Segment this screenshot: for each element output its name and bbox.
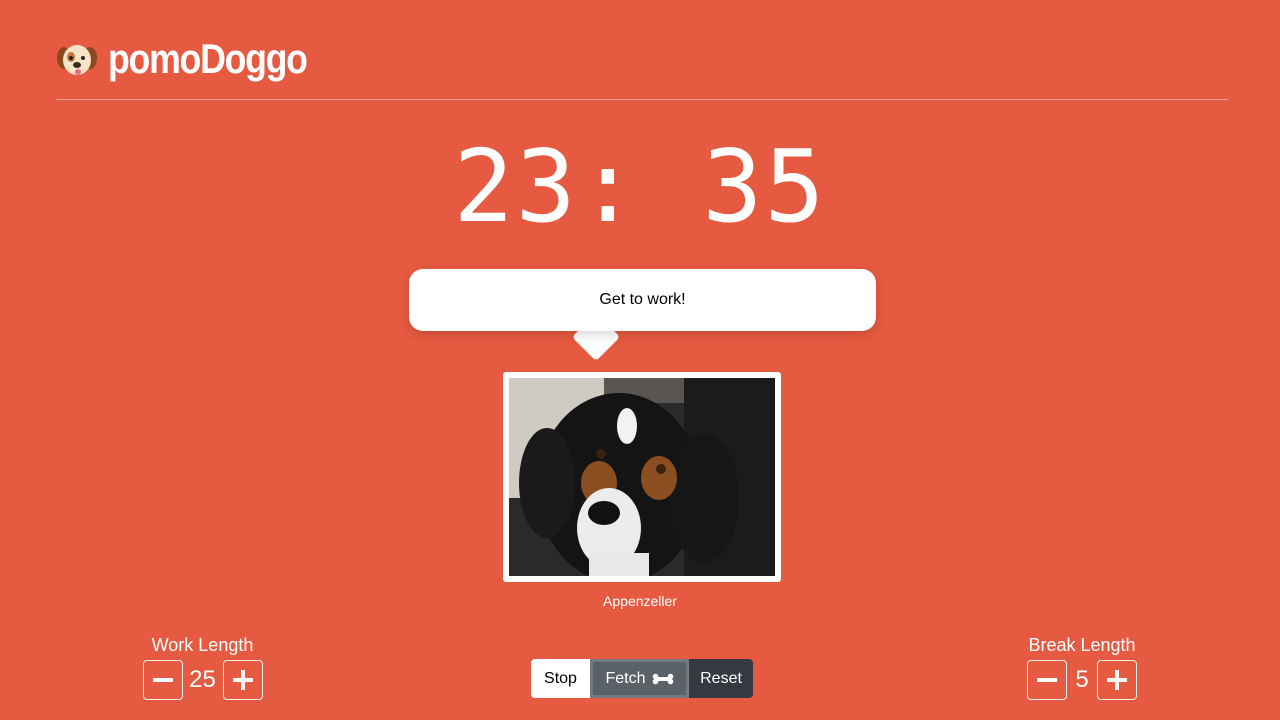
work-length-control: Work Length 25 [140, 634, 265, 700]
break-length-value: 5 [1075, 666, 1089, 693]
work-increment-button[interactable] [222, 660, 263, 700]
stop-button-label: Stop [544, 669, 577, 687]
status-message: Get to work! [599, 291, 686, 308]
dog-breed-caption: Appenzeller [603, 593, 677, 609]
header-divider [56, 99, 1228, 100]
break-decrement-button[interactable] [1027, 660, 1067, 700]
timer-controls: Stop Fetch Reset [531, 659, 753, 698]
plus-icon [232, 670, 253, 690]
break-length-stepper: 5 [1018, 660, 1146, 700]
puppy-face-icon [57, 45, 97, 75]
dog-photo-frame [503, 372, 781, 582]
speech-bubble: Get to work! [409, 269, 876, 331]
reset-button-label: Reset [700, 669, 742, 687]
countdown-timer: 23: 35 [453, 128, 827, 245]
bone-icon [652, 673, 673, 684]
work-decrement-button[interactable] [142, 660, 183, 700]
stop-button[interactable]: Stop [531, 659, 590, 698]
break-length-label: Break Length [1028, 635, 1136, 655]
fetch-button-label: Fetch [605, 669, 646, 687]
app-header: pomoDoggo [56, 34, 342, 84]
break-length-control: Break Length 5 [1018, 634, 1146, 700]
app-title: pomoDoggo [108, 35, 308, 82]
work-length-stepper: 25 [140, 660, 265, 700]
reset-button[interactable]: Reset [689, 659, 753, 698]
dog-photo [509, 378, 775, 576]
break-increment-button[interactable] [1097, 660, 1137, 700]
plus-icon [1107, 670, 1127, 690]
work-length-label: Work Length [151, 635, 254, 655]
fetch-button[interactable]: Fetch [590, 659, 689, 698]
work-length-value: 25 [189, 666, 216, 693]
minus-icon [1037, 678, 1057, 682]
minus-icon [152, 678, 173, 682]
